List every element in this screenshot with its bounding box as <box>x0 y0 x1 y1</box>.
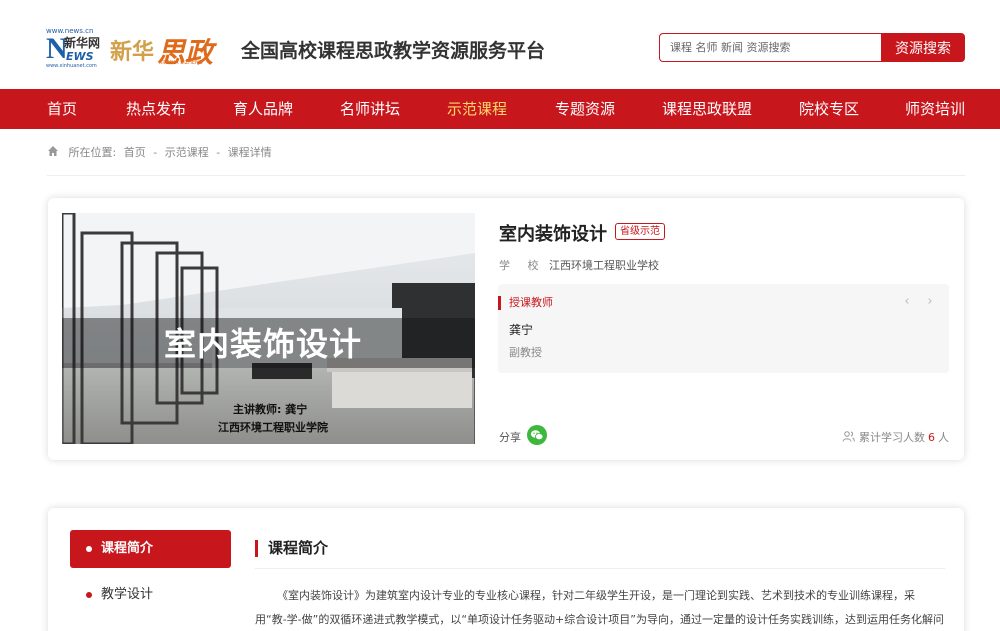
nav-item-brand[interactable]: 育人品牌 <box>233 89 293 129</box>
bullet-dot <box>86 546 92 552</box>
logo-url-bottom: www.xinhuanet.com <box>46 63 97 69</box>
breadcrumb-separator: - <box>216 146 221 159</box>
search-input[interactable] <box>659 33 882 62</box>
breadcrumb-demo-courses[interactable]: 示范课程 <box>165 146 209 159</box>
nav-item-hot-news[interactable]: 热点发布 <box>126 89 186 129</box>
share-label: 分享 <box>499 431 521 444</box>
nav-item-home[interactable]: 首页 <box>47 89 77 129</box>
nav-item-forum[interactable]: 名师讲坛 <box>340 89 400 129</box>
logo-ews-text: EWS <box>66 50 94 63</box>
search-button[interactable]: 资源搜索 <box>881 33 965 62</box>
breadcrumb-separator: - <box>153 146 158 159</box>
nav-item-schools[interactable]: 院校专区 <box>799 89 859 129</box>
nav-item-demo-courses[interactable]: 示范课程 <box>447 89 507 129</box>
home-icon <box>48 146 58 156</box>
breadcrumb-current: 课程详情 <box>227 146 272 159</box>
learner-unit: 人 <box>938 431 949 444</box>
school-name[interactable]: 江西环境工程职业学校 <box>549 257 659 273</box>
next-teacher-icon[interactable]: › <box>923 294 937 310</box>
learner-number: 6 <box>928 431 935 444</box>
site-title: 全国高校课程思政教学资源服务平台 <box>241 40 546 62</box>
breadcrumb-home[interactable]: 首页 <box>124 146 146 159</box>
site-header: www.news.cn N 新华网 EWS www.xinhuanet.com … <box>0 0 1000 89</box>
logo-cn-text: 新华网 <box>64 36 101 50</box>
sidebar-item-teaching-design[interactable]: 教学设计 <box>70 576 231 614</box>
section-divider <box>255 568 945 569</box>
course-card: 室内装饰设计 主讲教师: 龚宁 江西环境工程职业学院 室内装饰设计 省级示范 学… <box>48 198 964 460</box>
teacher-heading: 授课教师 <box>498 296 553 310</box>
course-cover-image[interactable]: 室内装饰设计 主讲教师: 龚宁 江西环境工程职业学院 <box>62 213 475 444</box>
breadcrumb-divider <box>47 175 965 176</box>
users-icon <box>842 431 855 442</box>
prev-teacher-icon[interactable]: ‹ <box>900 294 914 310</box>
wechat-share-icon[interactable] <box>527 425 547 445</box>
main-nav: 首页 热点发布 育人品牌 名师讲坛 示范课程 专题资源 课程思政联盟 院校专区 … <box>0 89 1000 129</box>
search-bar: 资源搜索 <box>659 33 965 62</box>
wechat-icon <box>530 430 544 441</box>
xinhua-news-logo[interactable]: www.news.cn N 新华网 EWS www.xinhuanet.com <box>46 27 102 69</box>
nav-item-alliance[interactable]: 课程思政联盟 <box>662 89 752 129</box>
teacher-panel: 授课教师 ‹ › 龚宁 副教授 <box>498 284 949 373</box>
nav-item-training[interactable]: 师资培训 <box>905 89 965 129</box>
bullet-dot <box>86 592 92 598</box>
course-detail-panel: 课程简介 教学设计 课程简介 《室内装饰设计》为建筑室内设计专业的专业核心课程，… <box>48 508 964 631</box>
cover-teacher: 主讲教师: 龚宁 <box>233 403 308 416</box>
learner-label: 累计学习人数 <box>859 431 925 444</box>
sidebar-item-label: 教学设计 <box>101 587 154 602</box>
teacher-title: 副教授 <box>509 346 542 359</box>
section-title: 课程简介 <box>255 540 328 557</box>
brand-subtitle: XINHUA SIZHENG <box>159 60 203 66</box>
cover-school: 江西环境工程职业学院 <box>218 421 328 434</box>
teacher-name[interactable]: 龚宁 <box>509 321 533 338</box>
brand-part1: 新华 <box>110 39 155 65</box>
learner-count: 累计学习人数 6 人 <box>842 429 949 445</box>
cover-title: 室内装饰设计 <box>164 325 363 363</box>
sidebar-item-label: 课程简介 <box>101 541 154 556</box>
school-label: 学 校 <box>499 259 546 272</box>
sidebar-item-intro[interactable]: 课程简介 <box>70 530 231 568</box>
breadcrumb-prefix: 所在位置: <box>68 146 117 159</box>
course-name: 室内装饰设计 <box>499 224 607 245</box>
level-badge: 省级示范 <box>615 223 665 240</box>
course-intro-text: 《室内装饰设计》为建筑室内设计专业的专业核心课程，针对二年级学生开设，是一门理论… <box>255 589 944 626</box>
breadcrumb: 所在位置: 首页 - 示范课程 - 课程详情 <box>47 144 276 160</box>
nav-item-resources[interactable]: 专题资源 <box>555 89 615 129</box>
